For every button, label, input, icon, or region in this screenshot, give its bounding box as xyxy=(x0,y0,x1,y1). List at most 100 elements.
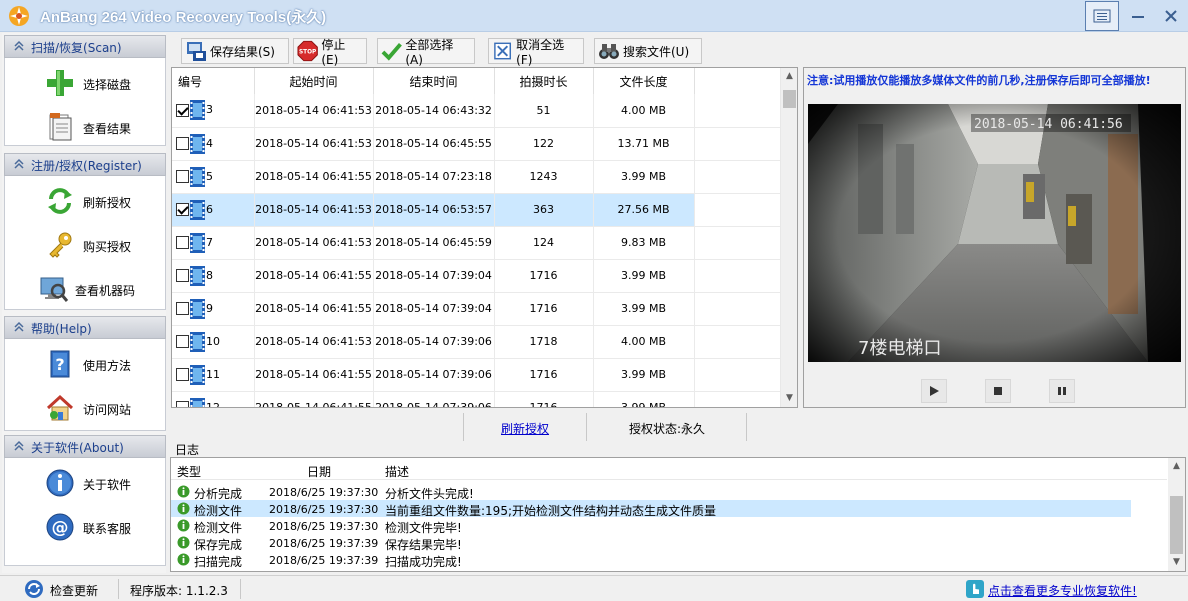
scrollbar-thumb[interactable] xyxy=(783,90,796,108)
log-column-type[interactable]: 类型 xyxy=(177,463,201,480)
divider xyxy=(746,413,747,441)
column-header-start[interactable]: 起始时间 xyxy=(254,68,374,94)
cell-size: 3.99 MB xyxy=(593,358,695,392)
table-row[interactable]: 9 2018-05-14 06:41:55 2018-05-14 07:39:04 1… xyxy=(172,292,781,326)
cell-end-time: 2018-05-14 06:53:57 xyxy=(373,193,495,227)
log-scrollbar[interactable]: ▲ ▼ xyxy=(1168,458,1185,571)
log-row[interactable]: 分析完成 2018/6/25 19:37:30 分析文件头完成! xyxy=(171,483,1131,501)
play-button[interactable] xyxy=(921,379,947,403)
update-icon xyxy=(25,580,43,598)
close-button[interactable] xyxy=(1154,1,1188,31)
cell-duration: 1716 xyxy=(494,292,594,326)
sidebar-item-select-disk[interactable]: 选择磁盘 xyxy=(5,62,165,102)
sidebar-item-view-machine-code[interactable]: 查看机器码 xyxy=(5,268,165,308)
row-checkbox[interactable] xyxy=(176,170,189,183)
more-software-link[interactable]: 点击查看更多专业恢复软件! xyxy=(988,582,1137,599)
file-list-scrollbar[interactable]: ▲ ▼ xyxy=(780,68,797,407)
log-row[interactable]: 保存完成 2018/6/25 19:37:39 保存结果完毕! xyxy=(171,534,1131,552)
cell-filler xyxy=(694,193,781,227)
cell-size: 3.99 MB xyxy=(593,292,695,326)
sidebar-item-usage[interactable]: ? 使用方法 xyxy=(5,343,165,383)
binoculars-icon xyxy=(599,44,619,59)
section-header-scan[interactable]: 扫描/恢复(Scan) xyxy=(4,35,166,58)
video-caption: 7楼电梯口 xyxy=(858,338,941,359)
minimize-button[interactable] xyxy=(1121,1,1155,31)
section-body-scan: 选择磁盘 查看结果 xyxy=(4,58,166,146)
refresh-license-link[interactable]: 刷新授权 xyxy=(501,420,549,437)
scroll-down-arrow-icon[interactable]: ▼ xyxy=(1168,554,1185,571)
section-title: 注册/授权(Register) xyxy=(31,159,142,173)
cell-filler xyxy=(694,160,781,194)
select-all-button[interactable]: 全部选择(A) xyxy=(377,38,475,67)
row-checkbox[interactable] xyxy=(176,368,189,381)
menu-button[interactable] xyxy=(1085,1,1119,31)
table-row[interactable]: 10 2018-05-14 06:41:53 2018-05-14 07:39:06… xyxy=(172,325,781,359)
log-row[interactable]: 检测文件 2018/6/25 19:37:30 当前重组文件数量:195;开始检测文… xyxy=(171,500,1131,518)
sidebar-item-about-software[interactable]: 关于软件 xyxy=(5,462,165,502)
info-status-icon xyxy=(177,502,190,515)
sidebar-item-label: 访问网站 xyxy=(83,403,132,417)
video-file-icon xyxy=(190,331,205,352)
scroll-down-arrow-icon[interactable]: ▼ xyxy=(781,390,797,407)
scroll-up-arrow-icon[interactable]: ▲ xyxy=(781,68,797,85)
sidebar-item-view-results[interactable]: 查看结果 xyxy=(5,106,165,146)
table-row[interactable]: 5 2018-05-14 06:41:55 2018-05-14 07:23:18 1… xyxy=(172,160,781,194)
log-column-date[interactable]: 日期 xyxy=(307,463,331,480)
license-status: 授权状态:永久 xyxy=(629,422,706,436)
section-header-help[interactable]: 帮助(Help) xyxy=(4,316,166,339)
video-file-icon xyxy=(190,166,205,187)
table-row[interactable]: 12 2018-05-14 06:41:55 2018-05-14 07:39:06… xyxy=(172,391,781,407)
row-checkbox[interactable] xyxy=(176,335,189,348)
cell-start-time: 2018-05-14 06:41:55 xyxy=(254,391,374,407)
scrollbar-thumb[interactable] xyxy=(1170,496,1183,554)
log-row[interactable]: 扫描完成 2018/6/25 19:37:39 扫描成功完成! xyxy=(171,551,1131,569)
video-file-icon xyxy=(190,397,205,407)
sidebar-item-contact-support[interactable]: @ 联系客服 xyxy=(5,506,165,546)
row-checkbox[interactable] xyxy=(176,203,189,216)
column-header-id[interactable]: 编号 xyxy=(172,68,255,94)
row-checkbox[interactable] xyxy=(176,302,189,315)
cell-filler xyxy=(694,391,781,407)
search-files-button[interactable]: 搜索文件(U) xyxy=(594,38,702,64)
check-update-button[interactable]: 检查更新 xyxy=(50,582,98,599)
cell-id: 4 xyxy=(172,127,255,161)
cell-filler xyxy=(694,358,781,392)
file-id: 4 xyxy=(206,136,213,150)
section-header-about[interactable]: 关于软件(About) xyxy=(4,435,166,458)
log-column-desc[interactable]: 描述 xyxy=(385,463,409,480)
divider xyxy=(463,413,464,441)
column-header-duration[interactable]: 拍摄时长 xyxy=(494,68,594,94)
table-row[interactable]: 8 2018-05-14 06:41:55 2018-05-14 07:39:04 1… xyxy=(172,259,781,293)
file-id: 8 xyxy=(206,268,213,282)
row-checkbox[interactable] xyxy=(176,137,189,150)
stop-playback-button[interactable] xyxy=(985,379,1011,403)
cell-end-time: 2018-05-14 06:45:59 xyxy=(373,226,495,260)
scroll-up-arrow-icon[interactable]: ▲ xyxy=(1168,458,1185,475)
table-row[interactable]: 3 2018-05-14 06:41:53 2018-05-14 06:43:32 5… xyxy=(172,94,781,128)
table-row[interactable]: 6 2018-05-14 06:41:53 2018-05-14 06:53:57 3… xyxy=(172,193,781,227)
row-checkbox[interactable] xyxy=(176,236,189,249)
save-results-button[interactable]: 保存结果(S) xyxy=(181,38,289,64)
sidebar-item-visit-website[interactable]: 访问网站 xyxy=(5,387,165,427)
section-header-register[interactable]: 注册/授权(Register) xyxy=(4,153,166,176)
table-row[interactable]: 4 2018-05-14 06:41:53 2018-05-14 06:45:55 1… xyxy=(172,127,781,161)
table-row[interactable]: 7 2018-05-14 06:41:53 2018-05-14 06:45:59 1… xyxy=(172,226,781,260)
close-icon xyxy=(1165,10,1177,22)
column-header-end[interactable]: 结束时间 xyxy=(373,68,495,94)
deselect-all-button[interactable]: 取消全选(F) xyxy=(488,38,584,67)
row-checkbox[interactable] xyxy=(176,401,189,407)
stop-button[interactable]: STOP 停止(E) xyxy=(293,38,367,67)
row-checkbox[interactable] xyxy=(176,103,189,117)
cell-id: 7 xyxy=(172,226,255,260)
sidebar-item-refresh-license[interactable]: 刷新授权 xyxy=(5,180,165,220)
hand-pointer-icon xyxy=(966,580,984,598)
row-checkbox[interactable] xyxy=(176,269,189,282)
cell-filler xyxy=(694,292,781,326)
pause-button[interactable] xyxy=(1049,379,1075,403)
divider xyxy=(240,579,241,599)
column-header-size[interactable]: 文件长度 xyxy=(593,68,695,94)
table-row[interactable]: 11 2018-05-14 06:41:55 2018-05-14 07:39:06… xyxy=(172,358,781,392)
log-row[interactable]: 检测文件 2018/6/25 19:37:30 检测文件完毕! xyxy=(171,517,1131,535)
sidebar-item-buy-license[interactable]: 购买授权 xyxy=(5,224,165,264)
sidebar-item-label: 刷新授权 xyxy=(83,196,132,210)
